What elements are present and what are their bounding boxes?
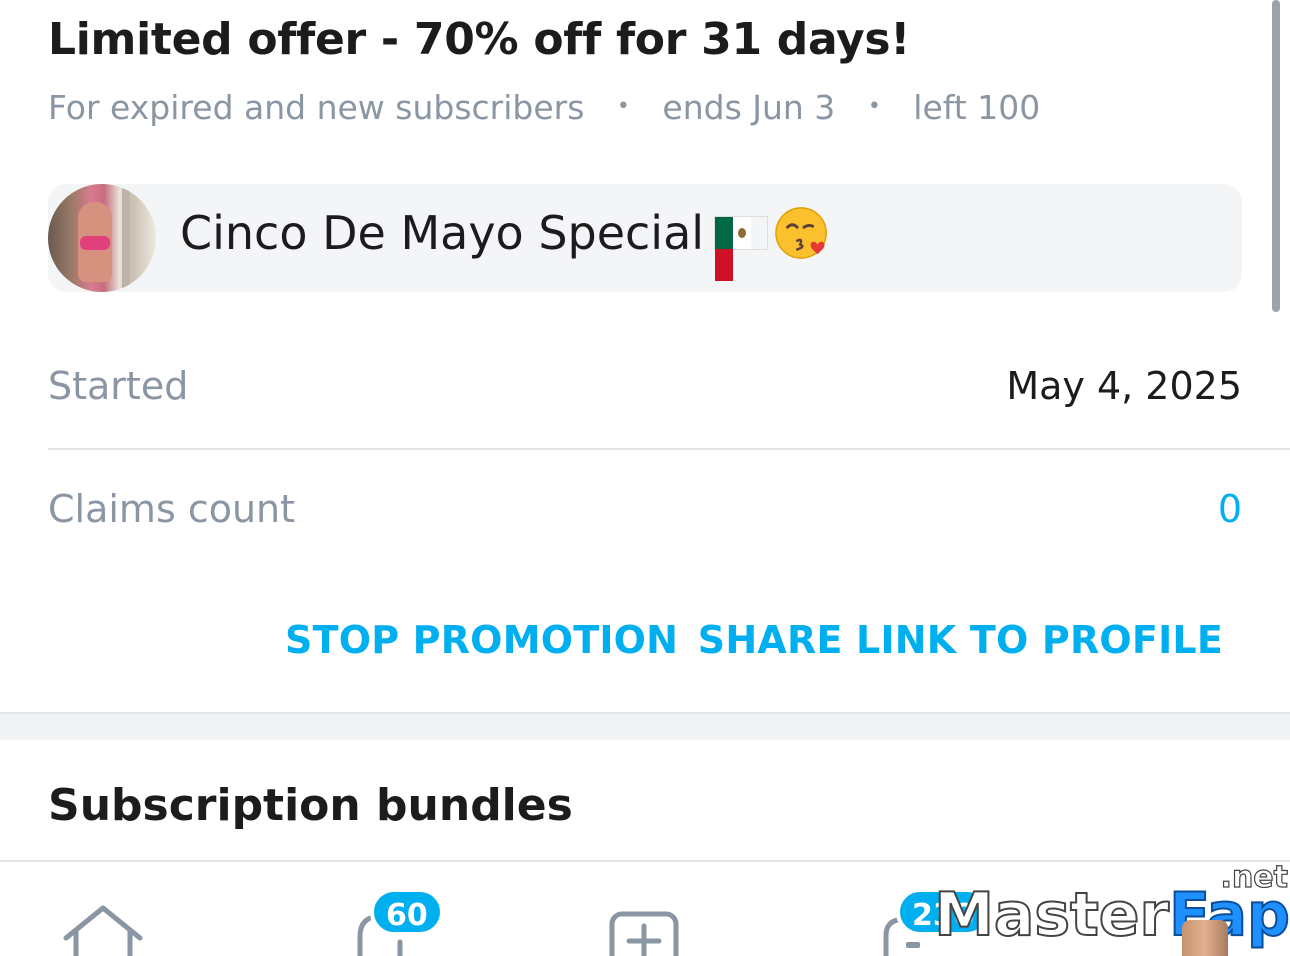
promo-message-text: Cinco De Mayo Special bbox=[180, 206, 705, 260]
face-blowing-kiss-icon bbox=[775, 206, 827, 259]
avatar-detail bbox=[80, 236, 110, 250]
bottom-nav-border bbox=[0, 860, 1290, 862]
promo-message: Cinco De Mayo Special bbox=[180, 206, 832, 281]
offer-title: Limited offer - 70% off for 31 days! bbox=[48, 14, 911, 65]
offer-audience: For expired and new subscribers bbox=[48, 88, 585, 127]
nav-home[interactable] bbox=[58, 896, 148, 956]
offer-left: left 100 bbox=[913, 88, 1041, 127]
avatar[interactable] bbox=[48, 184, 156, 292]
offer-ends: ends Jun 3 bbox=[662, 88, 836, 127]
add-post-icon bbox=[609, 911, 679, 956]
mexico-flag-icon bbox=[714, 215, 769, 281]
avatar-curtain bbox=[122, 184, 130, 292]
started-label: Started bbox=[48, 364, 189, 408]
claims-count-value[interactable]: 0 bbox=[1218, 487, 1242, 531]
meta-separator: • bbox=[616, 94, 630, 119]
share-link-button[interactable]: SHARE LINK TO PROFILE bbox=[698, 618, 1223, 662]
profile-avatar[interactable] bbox=[1182, 920, 1228, 956]
scrollbar[interactable] bbox=[1272, 0, 1280, 312]
watermark-net: .net bbox=[1220, 859, 1289, 895]
section-separator bbox=[0, 712, 1290, 740]
nav-add-post[interactable] bbox=[600, 896, 690, 956]
home-icon bbox=[63, 905, 143, 956]
offer-meta: For expired and new subscribers • ends J… bbox=[48, 88, 1040, 127]
messages-badge: 60 bbox=[370, 888, 444, 936]
stop-promotion-button[interactable]: STOP PROMOTION bbox=[285, 618, 678, 662]
divider bbox=[48, 448, 1290, 450]
watermark-master: Master bbox=[933, 879, 1170, 951]
section-title: Subscription bundles bbox=[48, 780, 573, 831]
started-value: May 4, 2025 bbox=[1006, 364, 1242, 408]
claims-count-label: Claims count bbox=[48, 487, 296, 531]
promo-message-card: Cinco De Mayo Special bbox=[48, 184, 1242, 292]
watermark-logo: MasterFap .net bbox=[933, 859, 1290, 951]
meta-separator: • bbox=[867, 94, 881, 119]
